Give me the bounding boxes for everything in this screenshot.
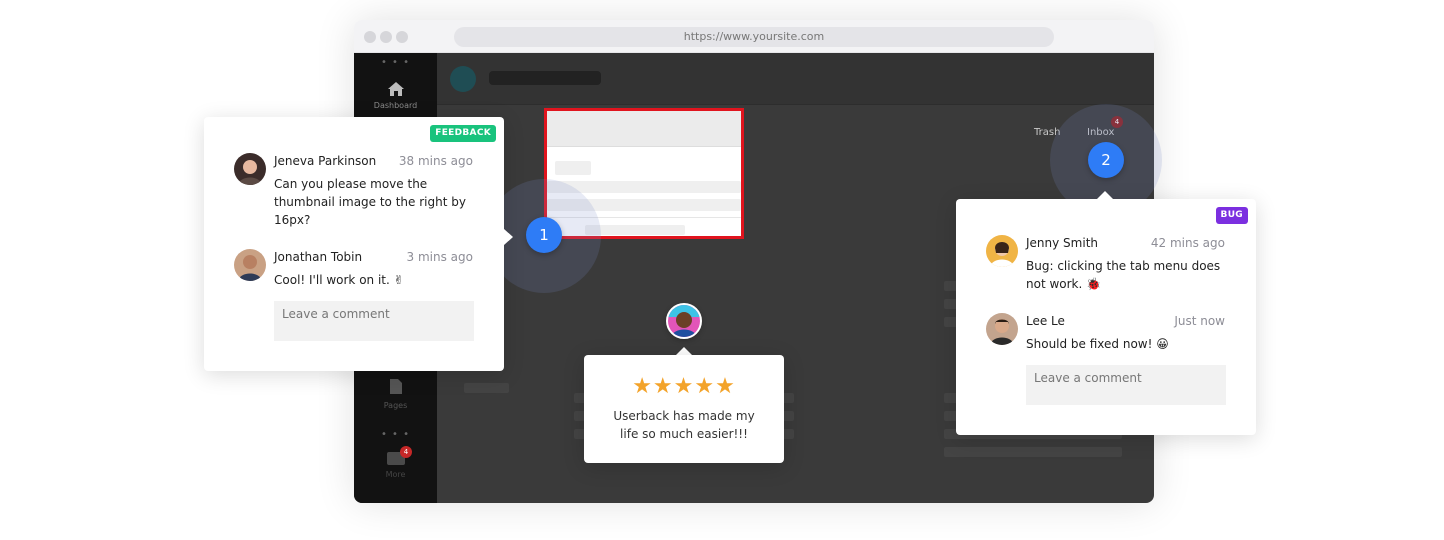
review-text: Userback has made my life so much easier… (613, 409, 755, 441)
star-rating-icon: ★★★★★ (632, 374, 736, 399)
bug-tag: BUG (1215, 207, 1248, 224)
content-row (464, 383, 509, 393)
comment-author: Lee Le (1026, 314, 1065, 328)
avatar (986, 235, 1018, 267)
sidebar-item-label: Dashboard (373, 101, 418, 110)
review-card: ★★★★★ Userback has made my life so much … (584, 355, 784, 463)
feedback-card: FEEDBACK Jeneva Parkinson 38 mins ago Ca… (204, 117, 504, 371)
sidebar-item-label: More (385, 470, 406, 479)
avatar (234, 153, 266, 185)
comment-time: Just now (1174, 314, 1225, 328)
bug-card-pointer (1097, 191, 1113, 199)
content-row (944, 447, 1122, 457)
app-header (437, 53, 1154, 105)
sidebar-dots: • • • (380, 429, 411, 440)
comment-time: 38 mins ago (398, 154, 473, 168)
comment-text: Should be fixed now! 😀 (1026, 337, 1169, 351)
window-maximize-dot (396, 31, 408, 43)
avatar (234, 249, 266, 281)
feedback-marker-1[interactable]: 1 (526, 217, 562, 253)
home-button[interactable] (450, 66, 476, 92)
feedback-card-pointer (504, 229, 513, 245)
comment-text: Bug: clicking the tab menu does not work… (1026, 259, 1221, 291)
comment-input[interactable] (274, 301, 474, 341)
home-icon (387, 82, 404, 96)
comment-input[interactable] (1026, 365, 1226, 405)
address-bar[interactable]: https://www.yoursite.com (454, 27, 1054, 47)
comment-time: 3 mins ago (406, 250, 473, 264)
browser-titlebar: https://www.yoursite.com (354, 20, 1154, 53)
sidebar-dots: • • • (380, 57, 411, 68)
page-icon (389, 379, 402, 394)
window-close-dot (364, 31, 376, 43)
highlight-button-placeholder (555, 161, 591, 175)
sidebar-item-notifications[interactable]: More (354, 450, 437, 479)
highlight-image-area (547, 111, 741, 147)
sidebar-item-dashboard[interactable]: Dashboard (354, 81, 437, 110)
feedback-tag: FEEDBACK (430, 125, 496, 142)
comment-time: 42 mins ago (1150, 236, 1225, 250)
reviewer-avatar (666, 303, 702, 339)
notification-badge: 4 (400, 446, 412, 458)
avatar (986, 313, 1018, 345)
sidebar-item-pages[interactable]: Pages (354, 378, 437, 410)
feedback-marker-2[interactable]: 2 (1088, 142, 1124, 178)
comment-text: Can you please move the thumbnail image … (274, 177, 466, 227)
sidebar-item-label: Pages (383, 401, 408, 410)
bug-card: BUG Jenny Smith 42 mins ago Bug: clickin… (956, 199, 1256, 435)
comment-author: Jonathan Tobin (274, 250, 363, 264)
review-card-pointer (676, 347, 692, 355)
page-title-placeholder (489, 71, 601, 85)
window-minimize-dot (380, 31, 392, 43)
comment-author: Jenny Smith (1026, 236, 1098, 250)
comment-text: Cool! I'll work on it. ✌ (274, 273, 404, 287)
comment-author: Jeneva Parkinson (274, 154, 377, 168)
